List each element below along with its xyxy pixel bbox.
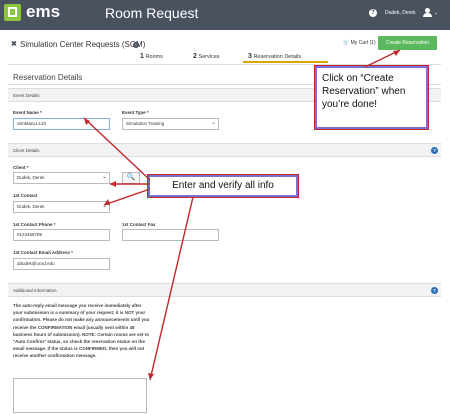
search-icon[interactable]: 🔍	[122, 172, 140, 184]
event-type-label: Event Type *	[122, 110, 149, 115]
phone-input[interactable]: 0123456789	[13, 229, 110, 241]
event-name-label: Event Name *	[13, 110, 42, 115]
step-services[interactable]: 2 Services	[193, 53, 220, 60]
phone-label: 1st Contact Phone *	[13, 222, 56, 227]
first-contact-select[interactable]: Dudek, Derek	[13, 201, 110, 213]
step-label: Services	[198, 54, 220, 60]
step-reservation-details[interactable]: 3 Reservation Details	[248, 53, 301, 60]
event-name-input[interactable]: SimManLL133	[13, 118, 110, 130]
arrowhead	[148, 373, 154, 380]
additional-info-header: Additional Information ?	[8, 283, 441, 297]
chevron-down-icon[interactable]: ⌄	[434, 10, 438, 16]
verify-info-callout: Enter and verify all info	[147, 174, 299, 198]
step-number: 1	[140, 53, 144, 60]
email-label: 1st Contact Email Address *	[13, 250, 73, 255]
arrow-to-first-contact	[103, 188, 151, 206]
notes-textarea[interactable]	[13, 378, 147, 413]
auto-reply-notice: The auto-reply email message you receive…	[13, 303, 150, 359]
client-details-header: Client Details ?	[8, 143, 441, 157]
step-number: 2	[193, 53, 197, 60]
page-title: Room Request	[105, 5, 199, 21]
request-title: Simulation Center Requests (SOM)	[20, 40, 146, 49]
panel-title: Client Details	[13, 148, 40, 153]
arrowhead	[393, 50, 400, 56]
section-title: Reservation Details	[13, 73, 83, 82]
step-rooms[interactable]: 1 Rooms	[140, 53, 163, 60]
panel-title: Additional Information	[13, 288, 57, 293]
cart-label: My Cart (1)	[350, 40, 376, 46]
cart-icon: 🛒	[343, 40, 350, 46]
user-name[interactable]: Dudek, Derek	[385, 10, 416, 16]
user-icon[interactable]	[423, 8, 432, 18]
step-label: Rooms	[145, 54, 163, 60]
client-select[interactable]: Dudek, Derek	[13, 172, 110, 184]
logo-text: ems	[26, 2, 61, 21]
arrowhead	[110, 181, 116, 187]
event-type-select[interactable]: Simulation Training	[122, 118, 219, 130]
create-reservation-button[interactable]: Create Reservation	[378, 36, 437, 50]
ems-logo-icon[interactable]	[4, 4, 21, 21]
create-reservation-callout: Click on “Create Reservation” when you’r…	[314, 65, 429, 130]
first-contact-label: 1st Contact	[13, 193, 38, 198]
divider	[8, 64, 441, 65]
active-step-indicator	[243, 61, 328, 63]
step-label: Reservation Details	[253, 54, 302, 60]
client-label: Client *	[13, 165, 29, 170]
help-icon[interactable]: ?	[369, 9, 377, 17]
help-icon[interactable]: ?	[431, 147, 438, 154]
close-icon[interactable]: ✖	[11, 40, 17, 48]
panel-title: Event Details	[13, 93, 40, 98]
fax-input[interactable]	[122, 229, 219, 241]
help-icon[interactable]: ?	[431, 287, 438, 294]
top-bar: ems Room Request ? Dudek, Derek ⌄	[0, 0, 450, 30]
cart-link[interactable]: 🛒 My Cart (1)	[343, 40, 376, 46]
fax-label: 1st Contact Fax	[122, 222, 156, 227]
email-input[interactable]: ddudek@ucsd.edu	[13, 258, 110, 270]
info-icon[interactable]: i	[133, 42, 139, 48]
step-number: 3	[248, 53, 252, 60]
